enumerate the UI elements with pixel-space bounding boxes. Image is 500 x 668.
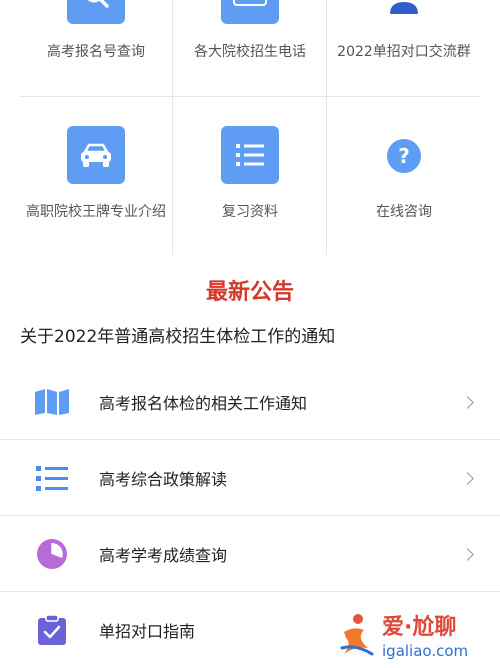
question-icon: ? [386, 138, 422, 178]
list-icon [34, 460, 70, 496]
phone-keypad-icon [221, 0, 279, 24]
chevron-right-icon [461, 471, 474, 485]
grid-item-label: 各大院校招生电话 [194, 44, 306, 60]
car-icon [67, 126, 125, 184]
grid-item-label: 高职院校王牌专业介绍 [26, 204, 166, 220]
svg-text:?: ? [398, 144, 410, 168]
chevron-right-icon [461, 547, 474, 561]
list-icon [221, 126, 279, 184]
user-group-icon [386, 0, 422, 18]
chevron-right-icon [461, 395, 474, 409]
grid-divider [326, 0, 327, 255]
list-item-score-query[interactable]: 高考学考成绩查询 [0, 516, 500, 592]
list-item-label: 高考综合政策解读 [99, 470, 228, 489]
notice-headline[interactable]: 关于2022年普通高校招生体检工作的通知 [20, 322, 335, 347]
pie-chart-icon [34, 536, 70, 572]
list-item-label: 高考报名体检的相关工作通知 [99, 394, 308, 413]
grid-item-exchange-group[interactable]: 2022单招对口交流群 [334, 0, 474, 96]
grid-item-review-materials[interactable]: 复习资料 [180, 96, 320, 255]
list-item-label: 单招对口指南 [99, 622, 196, 641]
list-item-physical-exam-notice[interactable]: 高考报名体检的相关工作通知 [0, 364, 500, 440]
grid-divider [172, 0, 173, 255]
watermark-url: igaliao.com [382, 642, 468, 660]
clipboard-check-icon [34, 612, 70, 648]
grid-item-label: 2022单招对口交流群 [337, 44, 471, 60]
watermark: 爱·尬聊 igaliao.com [338, 604, 498, 664]
grid-item-label: 高考报名号查询 [47, 44, 145, 60]
search-icon [67, 0, 125, 24]
announcements-title: 最新公告 [205, 280, 294, 305]
grid-item-online-consult[interactable]: ? 在线咨询 [334, 96, 474, 255]
grid-item-label: 复习资料 [222, 204, 278, 220]
grid-item-signature-majors[interactable]: 高职院校王牌专业介绍 [26, 96, 166, 255]
watermark-brand: 爱·尬聊 [382, 614, 456, 640]
list-item-label: 高考学考成绩查询 [99, 546, 228, 565]
grid-item-label: 在线咨询 [376, 204, 432, 220]
map-icon [34, 384, 70, 420]
grid-item-registration-query[interactable]: 高考报名号查询 [26, 0, 166, 96]
list-item-policy-interpretation[interactable]: 高考综合政策解读 [0, 440, 500, 516]
service-grid: 高考报名号查询 各大院校招生电话 2022单招对口交流群 高职院校王牌专业介绍 … [0, 0, 500, 255]
grid-item-admissions-phone[interactable]: 各大院校招生电话 [180, 0, 320, 96]
